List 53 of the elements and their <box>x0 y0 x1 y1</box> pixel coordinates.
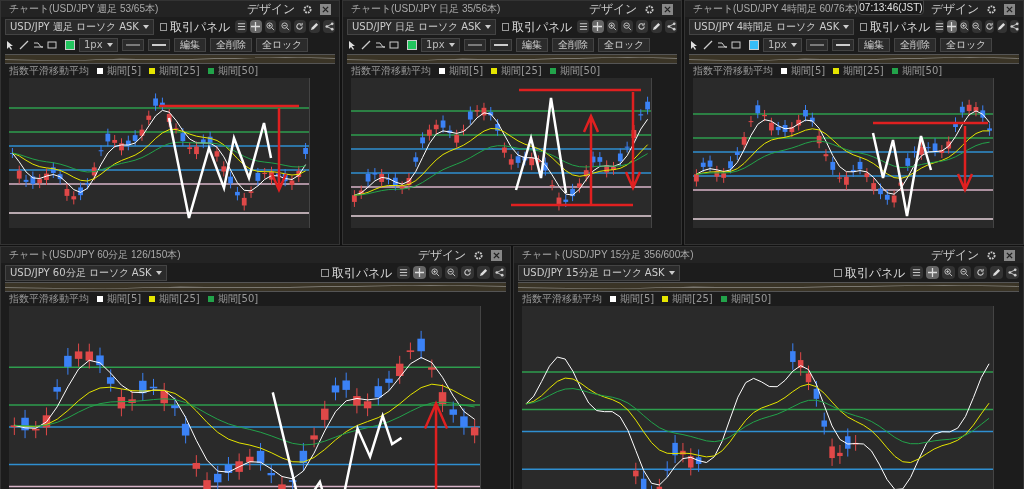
design-link[interactable]: デザイン <box>931 3 979 15</box>
design-link[interactable]: デザイン <box>418 249 466 261</box>
legend-label: 期間[25] <box>159 66 200 76</box>
legend-title: 指数平滑移動平均 <box>351 66 431 76</box>
legend-label: 期間[25] <box>843 66 884 76</box>
legend-label: 期間[50] <box>730 294 772 304</box>
legend-title: 指数平滑移動平均 <box>9 294 89 304</box>
checkbox-label: 取引パネル <box>845 266 905 279</box>
toolbar-button[interactable]: 全ロック <box>255 38 308 52</box>
symbol-dropdown[interactable]: USD/JPY 15分足 ローソク ASK <box>518 264 680 281</box>
legend-title: 指数平滑移動平均 <box>522 294 602 304</box>
toolbar-button[interactable]: 全削除 <box>893 38 936 52</box>
checkbox-label: 取引パネル <box>332 266 392 279</box>
legend-label: 期間[25] <box>672 294 713 304</box>
design-link[interactable]: デザイン <box>931 249 979 261</box>
window-title: チャート(USD/JPY 60分足 126/150本) <box>9 250 181 260</box>
legend-title: 指数平滑移動平均 <box>9 66 89 76</box>
legend-label: 期間[5] <box>449 66 484 76</box>
toolbar-button[interactable]: 全削除 <box>209 38 252 52</box>
legend-title: 指数平滑移動平均 <box>693 66 773 76</box>
legend-label: 期間[5] <box>620 294 655 304</box>
window-title: チャート(USD/JPY 15分足 356/600本) <box>522 250 694 260</box>
window-title: チャート(USD/JPY 日足 35/56本) <box>351 4 501 14</box>
toolbar-button[interactable]: 全削除 <box>551 38 594 52</box>
toolbar-button[interactable]: 編集 <box>515 38 548 52</box>
legend-label: 期間[50] <box>217 66 259 76</box>
toolbar-button[interactable]: 全ロック <box>597 38 650 52</box>
toolbar-button[interactable]: 全ロック <box>939 38 992 52</box>
symbol-dropdown[interactable]: USD/JPY 60分足 ローソク ASK <box>5 264 167 281</box>
line-width-dropdown[interactable]: 1px <box>421 38 460 52</box>
legend-label: 期間[25] <box>159 294 200 304</box>
design-link[interactable]: デザイン <box>589 3 637 15</box>
legend-label: 期間[50] <box>901 66 943 76</box>
clock-popup: 07:13:46(JST) <box>858 0 924 15</box>
design-link[interactable]: デザイン <box>247 3 295 15</box>
legend-label: 期間[5] <box>791 66 826 76</box>
legend-label: 期間[50] <box>217 294 259 304</box>
window-title: チャート(USD/JPY 4時間足 60/76本) <box>693 4 858 14</box>
checkbox-label: 取引パネル <box>869 20 930 33</box>
toolbar-button[interactable]: 編集 <box>857 38 890 52</box>
line-width-dropdown[interactable]: 1px <box>79 38 118 52</box>
checkbox-label: 取引パネル <box>170 20 231 33</box>
legend-label: 期間[25] <box>501 66 542 76</box>
symbol-dropdown[interactable]: USD/JPY 4時間足 ローソク ASK <box>689 18 855 35</box>
line-width-dropdown[interactable]: 1px <box>763 38 802 52</box>
symbol-dropdown[interactable]: USD/JPY 日足 ローソク ASK <box>347 18 496 35</box>
toolbar-button[interactable]: 編集 <box>173 38 206 52</box>
symbol-dropdown[interactable]: USD/JPY 週足 ローソク ASK <box>5 18 154 35</box>
legend-label: 期間[50] <box>559 66 601 76</box>
window-title: チャート(USD/JPY 週足 53/65本) <box>9 4 159 14</box>
legend-label: 期間[5] <box>107 294 142 304</box>
checkbox-label: 取引パネル <box>512 20 573 33</box>
legend-label: 期間[5] <box>107 66 142 76</box>
